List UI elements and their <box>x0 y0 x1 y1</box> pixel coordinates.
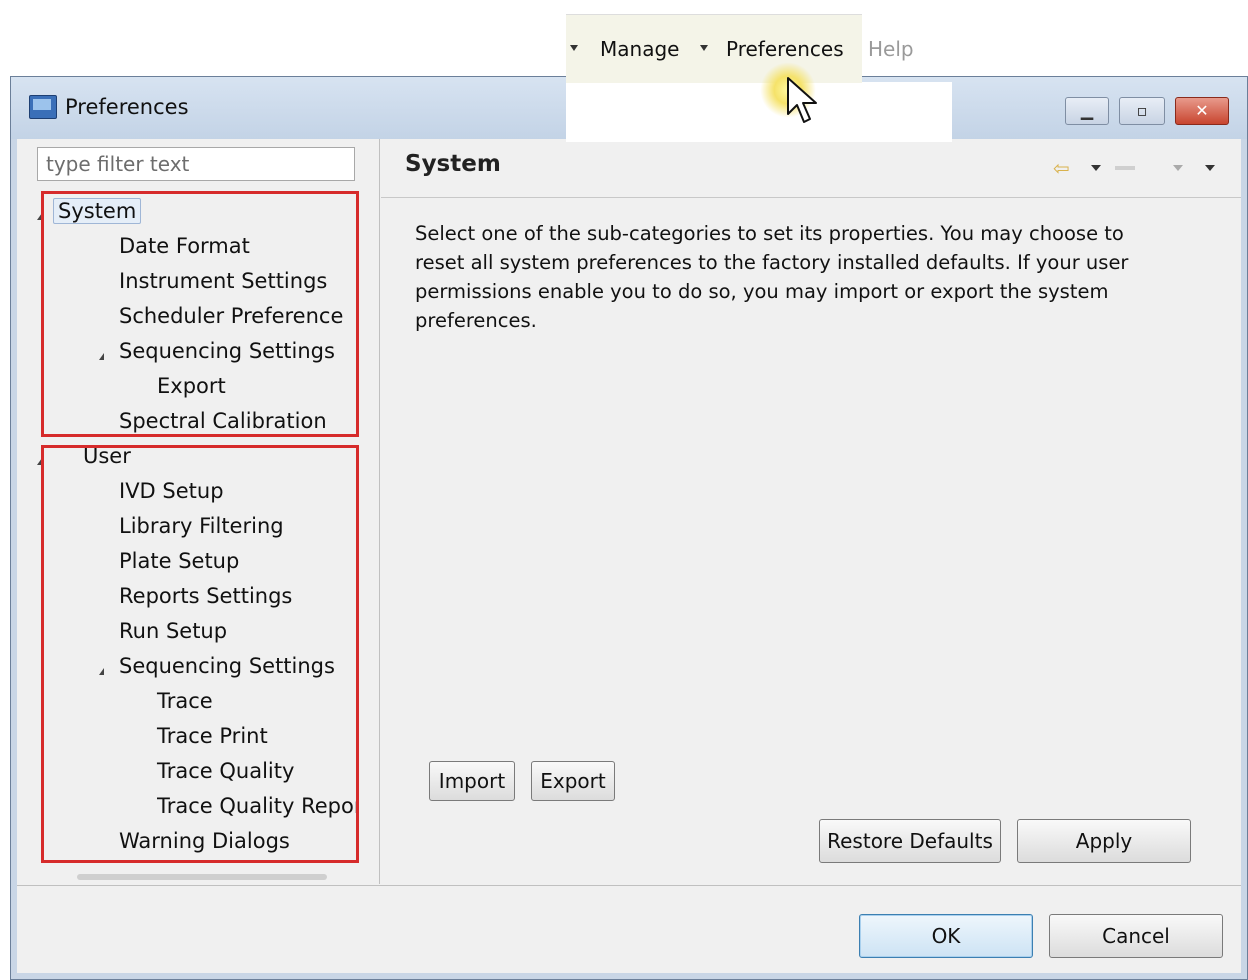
menu-item-manage[interactable]: Manage <box>600 35 679 63</box>
menu-dropdown-backdrop <box>566 82 952 142</box>
menu-bar: Manage Preferences Help <box>566 14 914 83</box>
app-icon <box>29 95 57 119</box>
menu-arrow-icon <box>570 45 578 51</box>
window-title: Preferences <box>65 95 189 119</box>
filter-input[interactable] <box>37 147 355 181</box>
back-dropdown-icon[interactable] <box>1091 165 1101 171</box>
preferences-dialog: Preferences ▁ ▫ ✕ System Date Format Ins… <box>10 76 1248 980</box>
header-separator <box>381 197 1241 198</box>
menu-arrow-icon <box>700 45 708 51</box>
user-highlight-box <box>41 445 359 863</box>
import-button[interactable]: Import <box>429 761 515 801</box>
panel-divider[interactable] <box>379 139 380 884</box>
maximize-icon: ▫ <box>1136 101 1148 120</box>
export-button[interactable]: Export <box>531 761 615 801</box>
menu-item-help[interactable]: Help <box>868 35 914 63</box>
maximize-button[interactable]: ▫ <box>1119 97 1165 125</box>
minimize-button[interactable]: ▁ <box>1065 97 1109 125</box>
system-highlight-box <box>41 191 359 437</box>
page-description: Select one of the sub-categories to set … <box>415 222 1129 332</box>
minimize-icon: ▁ <box>1080 101 1094 120</box>
cancel-button[interactable]: Cancel <box>1049 914 1223 958</box>
restore-defaults-button[interactable]: Restore Defaults <box>819 819 1001 863</box>
tree-horizontal-scrollbar[interactable] <box>77 874 327 880</box>
page-title: System <box>405 151 501 177</box>
preference-page-panel: System ⇦ Select one of the sub-categorie… <box>381 139 1241 884</box>
menu-item-preferences[interactable]: Preferences <box>726 35 844 63</box>
apply-button[interactable]: Apply <box>1017 819 1191 863</box>
close-icon: ✕ <box>1195 101 1209 120</box>
ok-button[interactable]: OK <box>859 914 1033 958</box>
mouse-pointer-icon <box>787 77 817 123</box>
preference-tree-panel: System Date Format Instrument Settings S… <box>17 139 377 884</box>
dialog-button-bar: OK Cancel <box>17 886 1241 973</box>
back-arrow-icon[interactable]: ⇦ <box>1053 158 1079 178</box>
forward-dropdown-icon[interactable] <box>1173 165 1183 171</box>
dialog-client-area: System Date Format Instrument Settings S… <box>17 139 1241 973</box>
close-button[interactable]: ✕ <box>1175 97 1229 125</box>
forward-arrow-icon[interactable] <box>1115 166 1135 170</box>
view-menu-icon[interactable] <box>1205 165 1215 171</box>
page-navigation: ⇦ <box>1049 157 1229 181</box>
